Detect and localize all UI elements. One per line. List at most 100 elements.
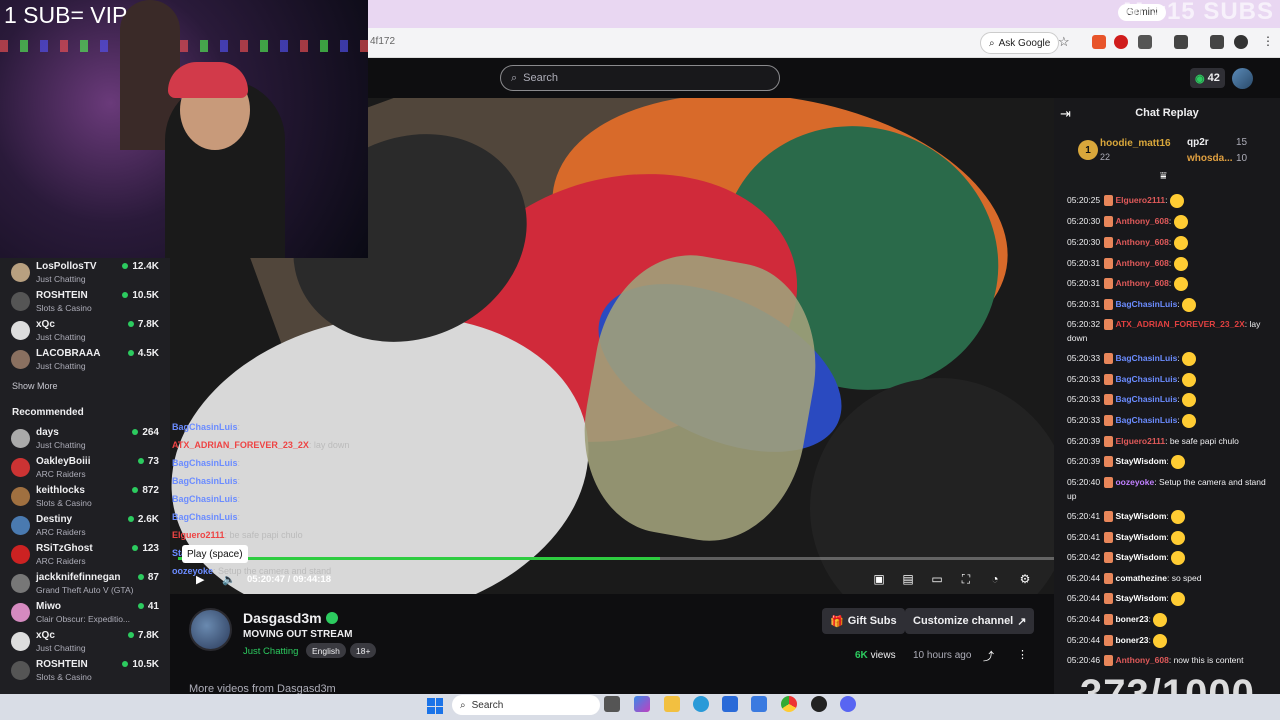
menu-dots-icon[interactable]: ⋮: [1262, 34, 1274, 48]
chat-username[interactable]: Anthony_608: [1115, 655, 1168, 665]
tag-18plus[interactable]: 18+: [350, 643, 377, 658]
fullscreen-icon[interactable]: ⛶: [959, 572, 973, 586]
puzzle-icon[interactable]: [1138, 35, 1152, 49]
recommended-item[interactable]: ROSHTEIN Slots & Casino 10.5K: [0, 656, 170, 685]
leaderboard-rank: 1: [1078, 140, 1098, 160]
discord-icon[interactable]: [840, 696, 856, 712]
progress-bar[interactable]: [178, 557, 1054, 560]
chat-message: 05:20:41 StayWisdom:: [1067, 530, 1272, 545]
channel-avatar[interactable]: [189, 608, 232, 651]
chat-username[interactable]: StayWisdom: [1115, 456, 1166, 466]
chat-username[interactable]: BagChasinLuis: [1115, 299, 1177, 309]
chat-username[interactable]: StayWisdom: [1115, 511, 1166, 521]
chat-text: :: [1177, 353, 1180, 363]
cast-icon[interactable]: [1174, 35, 1188, 49]
clip-icon[interactable]: ▣: [872, 572, 886, 586]
chat-username[interactable]: StayWisdom: [1115, 532, 1166, 542]
leader-third-name[interactable]: whosda...: [1187, 153, 1233, 164]
chat-timestamp: 05:20:33: [1067, 415, 1101, 425]
overlay-chat-user: BagChasinLuis: [172, 476, 238, 486]
profile-icon[interactable]: [1234, 35, 1248, 49]
customize-channel-button[interactable]: Customize channel ↗: [905, 608, 1035, 634]
search-input[interactable]: ⌕ Search: [500, 65, 780, 91]
windows-start-icon[interactable]: [427, 698, 443, 714]
followed-item[interactable]: xQc Just Chatting 7.8K: [0, 316, 170, 345]
play-icon[interactable]: ▶: [196, 573, 204, 586]
miniplayer-icon[interactable]: ▤: [901, 572, 915, 586]
filter-icon[interactable]: ⩸: [1160, 170, 1167, 183]
url-text[interactable]: 4f172: [370, 36, 395, 47]
chat-badge-icon: [1104, 299, 1114, 311]
recommended-item[interactable]: Miwo Clair Obscur: Expeditio... 41: [0, 598, 170, 627]
leader-first-name[interactable]: hoodie_matt16: [1100, 138, 1171, 149]
chat-username[interactable]: BagChasinLuis: [1115, 394, 1177, 404]
chat-username[interactable]: Anthony_608: [1115, 258, 1168, 268]
recommended-item[interactable]: days Just Chatting 264: [0, 424, 170, 453]
recommended-item[interactable]: keithlocks Slots & Casino 872: [0, 482, 170, 511]
followed-item[interactable]: LosPollosTV Just Chatting 12.4K: [0, 258, 170, 287]
followed-item[interactable]: ROSHTEIN Slots & Casino 10.5K: [0, 287, 170, 316]
opera-gx-icon[interactable]: [811, 696, 827, 712]
chat-username[interactable]: Anthony_608: [1115, 237, 1168, 247]
chat-text: : be safe papi chulo: [1165, 436, 1239, 446]
edge-icon[interactable]: [693, 696, 709, 712]
volume-icon[interactable]: 🔈: [222, 573, 236, 586]
chat-username[interactable]: Elguero2111: [1115, 195, 1165, 205]
emote-icon: [1182, 392, 1197, 407]
chat-username[interactable]: boner23: [1115, 614, 1148, 624]
channel-points-badge[interactable]: ◉ 42: [1190, 68, 1225, 88]
speed-icon[interactable]: ◔: [988, 572, 1002, 586]
chat-username[interactable]: StayWisdom: [1115, 593, 1166, 603]
tag-english[interactable]: English: [306, 643, 346, 658]
viewer-count: 73: [138, 456, 159, 467]
recommended-item[interactable]: xQc Just Chatting 7.8K: [0, 627, 170, 656]
file-explorer-icon[interactable]: [664, 696, 680, 712]
channel-game: Grand Theft Auto V (GTA): [36, 585, 134, 595]
ask-google-button[interactable]: ⌕ Ask Google: [980, 32, 1060, 54]
extension-icon[interactable]: [1092, 35, 1106, 49]
share-icon[interactable]: ⤴: [983, 648, 994, 664]
opera-icon[interactable]: [1114, 35, 1128, 49]
recommended-item[interactable]: Destiny ARC Raiders 2.6K: [0, 511, 170, 540]
media-icon[interactable]: [1210, 35, 1224, 49]
recommended-item[interactable]: jackknifefinnegan Grand Theft Auto V (GTA…: [0, 569, 170, 598]
recommended-item[interactable]: RSiTzGhost ARC Raiders 123: [0, 540, 170, 569]
copilot-icon[interactable]: [634, 696, 650, 712]
chat-username[interactable]: Anthony_608: [1115, 216, 1168, 226]
user-avatar[interactable]: [1232, 68, 1253, 89]
bookmark-star-icon[interactable]: ☆: [1058, 34, 1070, 50]
chat-username[interactable]: oozeyoke: [1115, 477, 1154, 487]
chat-timestamp: 05:20:30: [1067, 237, 1101, 247]
chat-username[interactable]: Anthony_608: [1115, 278, 1168, 288]
recommended-item[interactable]: OakleyBoiii ARC Raiders 73: [0, 453, 170, 482]
mail-icon[interactable]: [751, 696, 767, 712]
viewer-count: 12.4K: [122, 261, 159, 272]
chat-username[interactable]: comathezine: [1115, 573, 1167, 583]
chat-timestamp: 05:20:44: [1067, 573, 1101, 583]
theatre-mode-icon[interactable]: ▭: [930, 572, 944, 586]
chat-username[interactable]: StayWisdom: [1115, 552, 1166, 562]
chat-username[interactable]: BagChasinLuis: [1115, 415, 1177, 425]
settings-gear-icon[interactable]: ⚙: [1018, 572, 1032, 586]
gift-subs-button[interactable]: 🎁 Gift Subs: [822, 608, 905, 634]
channel-name: ROSHTEIN: [36, 659, 88, 670]
emote-icon: [1182, 372, 1197, 387]
chat-username[interactable]: Elguero2111: [1115, 436, 1165, 446]
leader-second-name[interactable]: qp2r: [1187, 137, 1209, 148]
emote-icon: [1171, 509, 1186, 524]
show-more-link[interactable]: Show More: [12, 381, 58, 391]
more-options-icon[interactable]: ⋮: [1017, 648, 1028, 661]
category-link[interactable]: Just Chatting: [243, 646, 298, 657]
chat-username[interactable]: ATX_ADRIAN_FOREVER_23_2X: [1115, 319, 1244, 329]
chat-username[interactable]: BagChasinLuis: [1115, 353, 1177, 363]
chat-badge-icon: [1104, 511, 1114, 523]
followed-item[interactable]: LACOBRAAA Just Chatting 4.5K: [0, 345, 170, 374]
store-icon[interactable]: [722, 696, 738, 712]
task-view-icon[interactable]: [604, 696, 620, 712]
chat-username[interactable]: BagChasinLuis: [1115, 374, 1177, 384]
channel-name[interactable]: Dasgasd3m: [243, 610, 322, 626]
taskbar-search[interactable]: ⌕ Search: [452, 695, 600, 715]
channel-name: xQc: [36, 630, 55, 641]
chrome-icon[interactable]: [781, 696, 797, 712]
chat-username[interactable]: boner23: [1115, 635, 1148, 645]
